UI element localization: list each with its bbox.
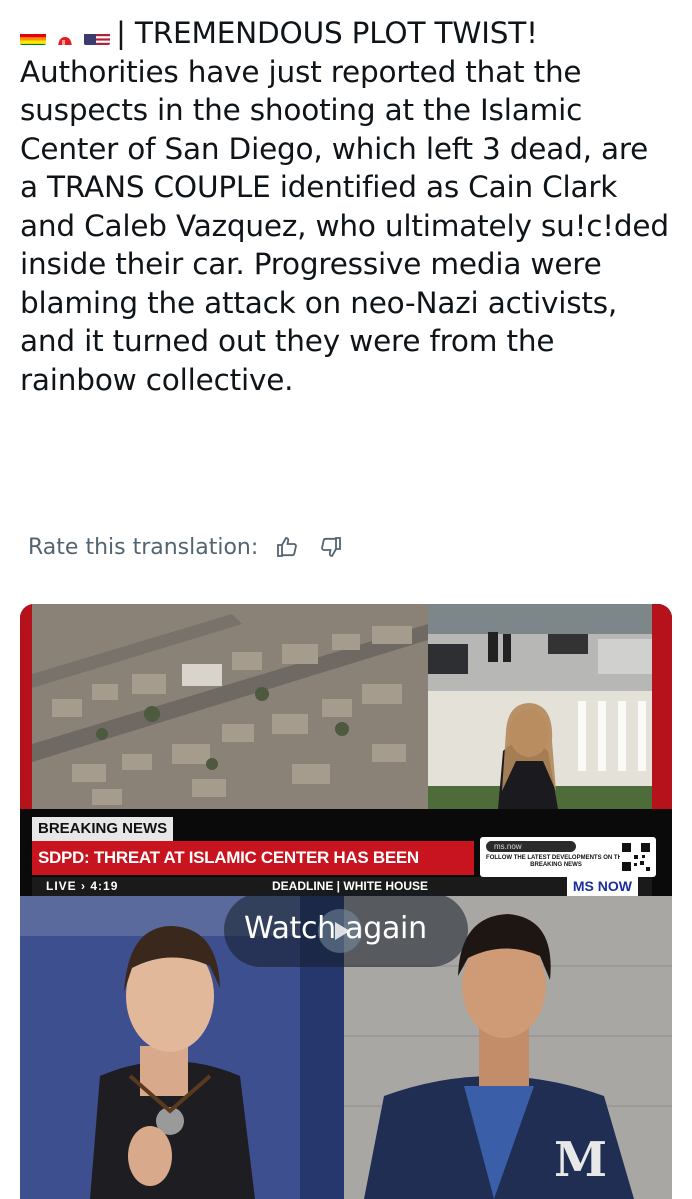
aerial-view-image [32,604,428,809]
thumbs-up-button[interactable] [272,532,302,562]
rate-translation: Rate this translation: [28,530,346,564]
video-player[interactable]: BREAKING NEWS SDPD: THREAT AT ISLAMIC CE… [20,604,672,1199]
promo-text: FOLLOW THE LATEST DEVELOPMENTS ON THE BR… [486,855,626,868]
news-broadcast-frame: BREAKING NEWS SDPD: THREAT AT ISLAMIC CE… [20,604,672,901]
us-flag-icon [84,25,110,45]
watch-again-label: Watch again [244,911,427,946]
siren-icon [52,25,78,45]
watch-again-button[interactable]: Watch again [224,893,468,967]
live-label: LIVE [46,879,77,893]
live-indicator: LIVE › 4:19 [46,879,119,893]
white-house-anchor-image [428,691,652,809]
street-scene-image [428,604,652,691]
post-headline: | TREMENDOUS PLOT TWIST! [116,16,538,50]
rainbow-flag-icon [20,25,46,45]
post-text: | TREMENDOUS PLOT TWIST! Authorities hav… [20,14,672,399]
thumbs-down-icon [321,537,342,557]
breaking-news-tag: BREAKING NEWS [32,817,174,841]
network-logo: MS NOW [566,876,638,896]
qr-code-icon [620,841,652,873]
thumbs-up-icon [277,537,298,557]
svg-text:M: M [554,1132,607,1188]
promo-box: ms.now FOLLOW THE LATEST DEVELOPMENTS ON… [480,837,656,877]
post-body: Authorities have just reported that the … [20,54,669,397]
news-headline: SDPD: THREAT AT ISLAMIC CENTER HAS BEEN … [32,841,474,901]
promo-handle: ms.now [486,841,576,852]
live-time: 4:19 [90,879,119,893]
rate-label: Rate this translation: [28,534,259,560]
lower-third-banner: BREAKING NEWS SDPD: THREAT AT ISLAMIC CE… [20,809,672,901]
thumbs-down-button[interactable] [316,532,346,562]
post-text-block: | TREMENDOUS PLOT TWIST! Authorities hav… [20,14,672,399]
